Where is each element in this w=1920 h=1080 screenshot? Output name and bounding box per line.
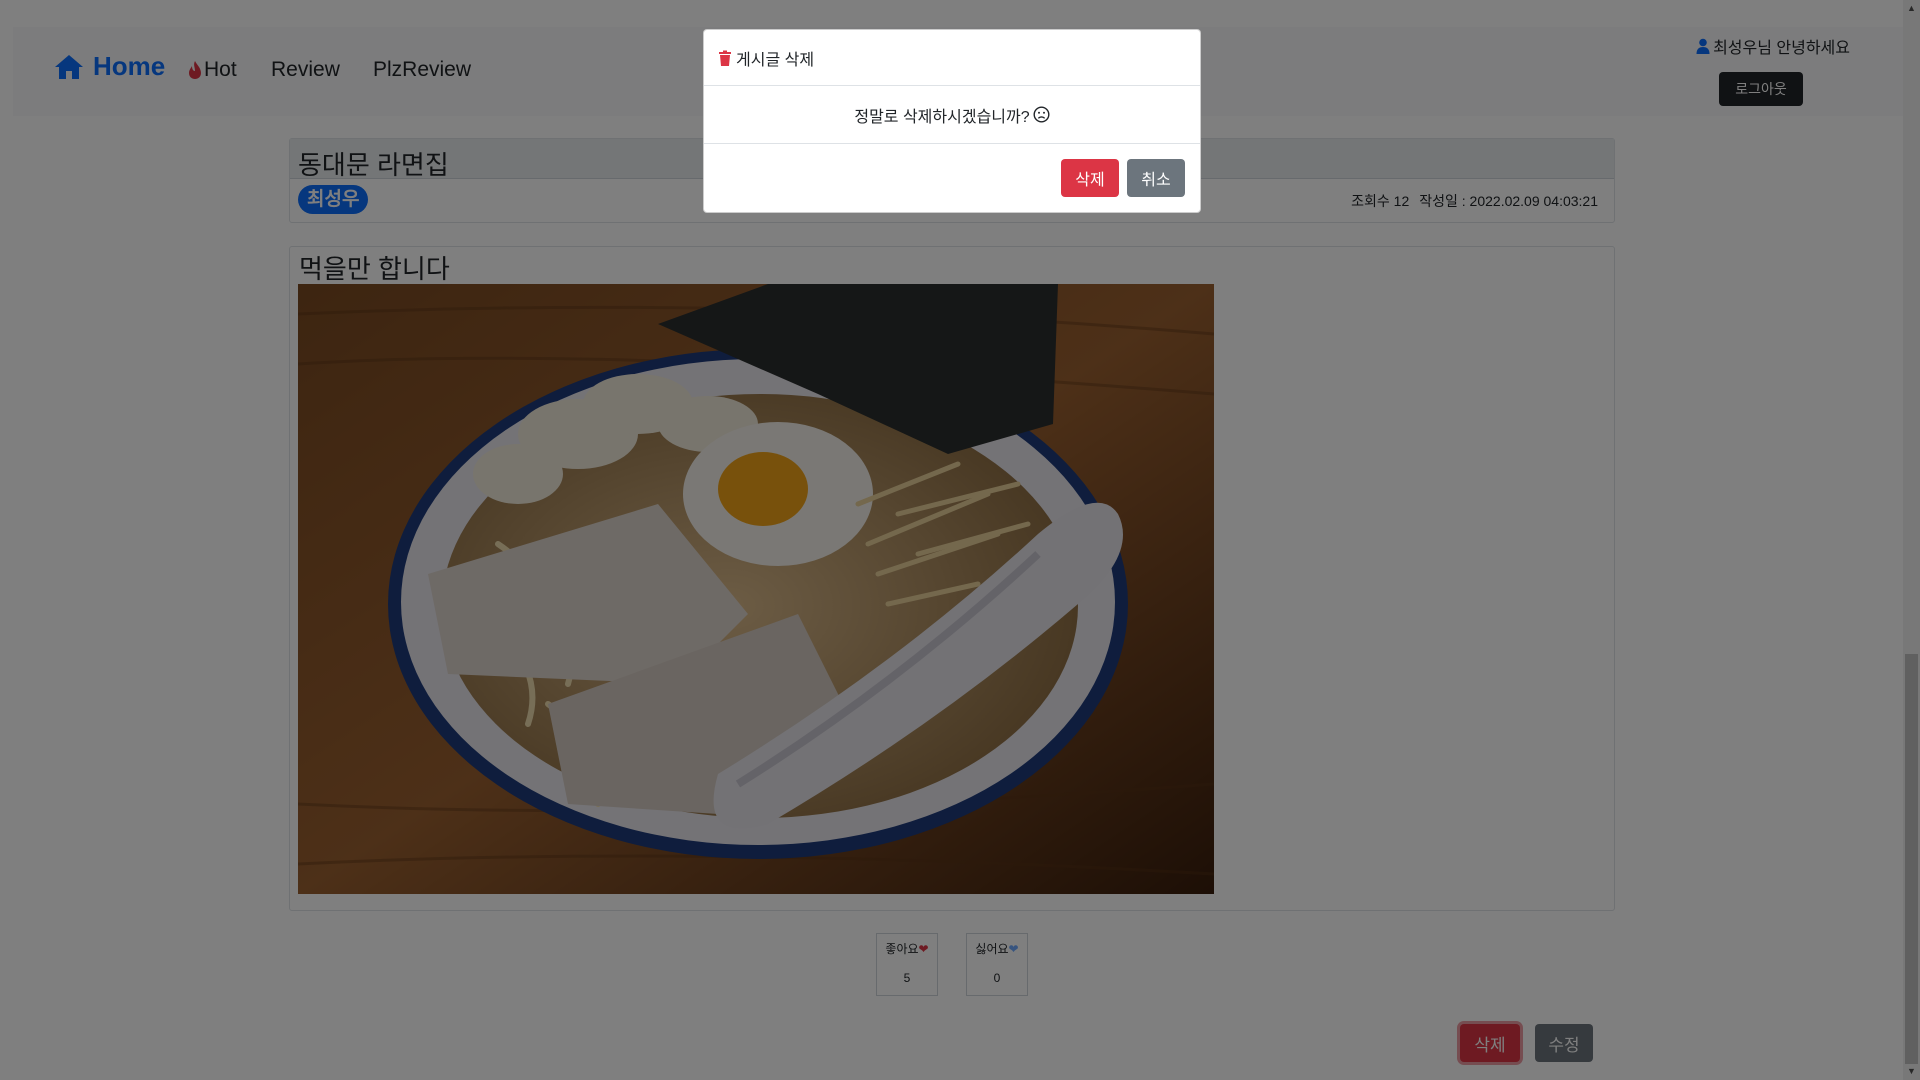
modal-title: 게시글 삭제 [736,51,815,69]
modal-message: 정말로 삭제하시겠습니까? [854,108,1030,126]
modal-delete-button[interactable]: 삭제 [1061,159,1119,197]
modal-header: 게시글 삭제 [704,30,1200,86]
frown-face-icon [1033,106,1050,123]
modal-body: 정말로 삭제하시겠습니까? [704,86,1200,144]
delete-confirm-modal: 게시글 삭제 정말로 삭제하시겠습니까? 삭제 취소 [703,29,1201,213]
modal-cancel-button[interactable]: 취소 [1127,159,1185,197]
trash-icon [719,50,731,66]
